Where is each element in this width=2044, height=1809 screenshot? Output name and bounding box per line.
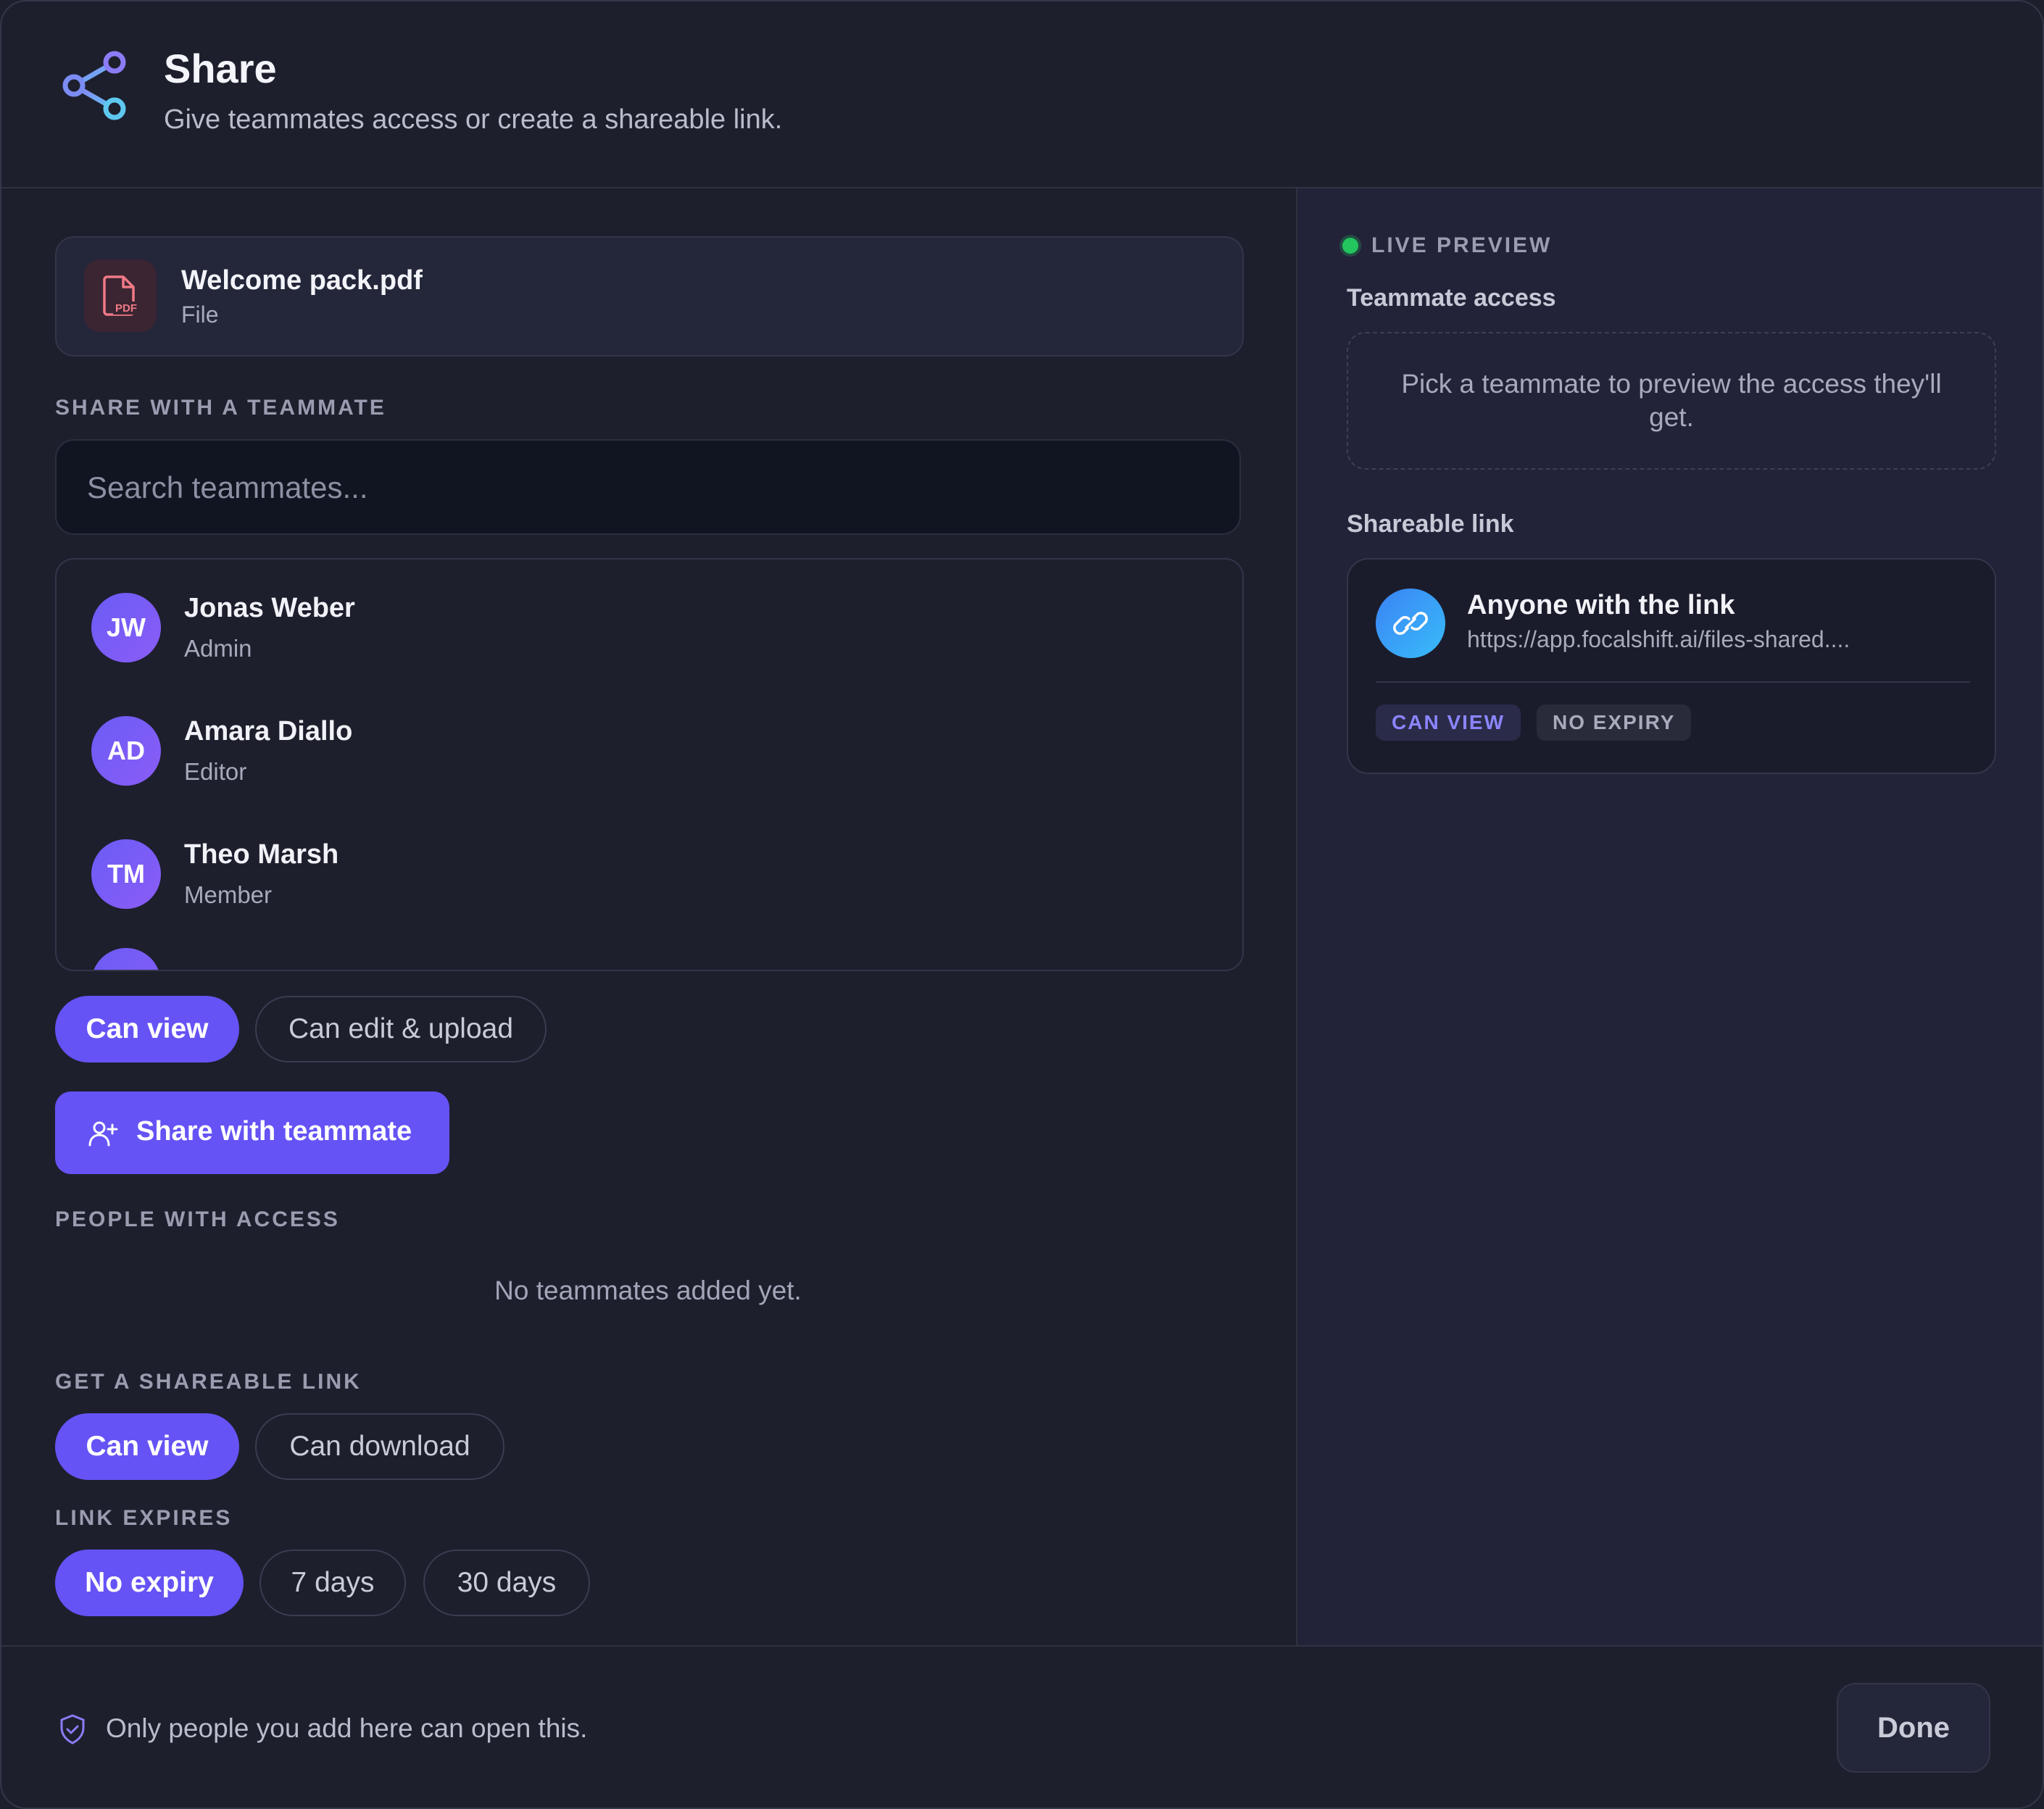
live-preview-panel: LIVE PREVIEW Teammate access Pick a team… xyxy=(1296,188,2043,1645)
avatar: TM xyxy=(91,839,161,909)
add-user-icon xyxy=(88,1121,118,1147)
share-with-teammate-button[interactable]: Share with teammate xyxy=(55,1091,449,1174)
list-item-partial[interactable] xyxy=(91,948,1208,970)
dialog-subtitle: Give teammates access or create a sharea… xyxy=(164,104,783,135)
person-role: Admin xyxy=(184,635,252,662)
dialog-title: Share xyxy=(164,46,277,91)
person-name: Jonas Weber xyxy=(184,593,355,623)
person-name: Theo Marsh xyxy=(184,839,339,870)
link-permission-can-download[interactable]: Can download xyxy=(255,1413,504,1480)
link-permission-can-view[interactable]: Can view xyxy=(55,1413,239,1480)
shareable-link-card: Anyone with the link https://app.focalsh… xyxy=(1347,558,1996,774)
teammate-permission-can-view[interactable]: Can view xyxy=(55,996,239,1062)
link-card-title: Anyone with the link xyxy=(1467,590,1735,620)
shareable-link-title: Shareable link xyxy=(1347,510,1514,538)
access-section-label: PEOPLE WITH ACCESS xyxy=(55,1207,340,1231)
link-icon xyxy=(1376,589,1445,658)
link-expires-label: LINK EXPIRES xyxy=(55,1506,233,1530)
access-empty-state: No teammates added yet. xyxy=(494,1276,802,1305)
file-card: PDF Welcome pack.pdf File xyxy=(55,236,1244,357)
share-button-label: Share with teammate xyxy=(136,1116,412,1147)
teammate-permission-can-edit[interactable]: Can edit & upload xyxy=(255,996,547,1062)
teammate-access-title: Teammate access xyxy=(1347,284,1556,312)
share-form: PDF Welcome pack.pdf File SHARE WITH A T… xyxy=(1,188,1295,1645)
dialog-footer: Only people you add here can open this. … xyxy=(1,1645,2043,1808)
expiry-7-days[interactable]: 7 days xyxy=(259,1550,406,1616)
live-preview-label: LIVE PREVIEW xyxy=(1371,233,1553,257)
file-type: File xyxy=(181,302,219,328)
avatar: AD xyxy=(91,716,161,786)
link-section-label: GET A SHAREABLE LINK xyxy=(55,1370,362,1394)
person-name: Amara Diallo xyxy=(184,716,353,747)
teammate-search xyxy=(55,439,1241,535)
live-indicator-icon xyxy=(1342,238,1358,254)
teammate-section-label: SHARE WITH A TEAMMATE xyxy=(55,396,386,420)
list-item[interactable]: JW Jonas Weber Admin xyxy=(91,578,1208,687)
link-url[interactable]: https://app.focalshift.ai/files-shared..… xyxy=(1467,626,1974,653)
list-item[interactable]: TM Theo Marsh Member xyxy=(91,825,1208,933)
avatar: JW xyxy=(91,593,161,662)
badge-can-view: CAN VIEW xyxy=(1376,704,1521,741)
teammate-access-placeholder: Pick a teammate to preview the access th… xyxy=(1347,332,1996,470)
share-dialog: Share Give teammates access or create a … xyxy=(0,0,2044,1809)
svg-text:PDF: PDF xyxy=(115,302,137,315)
list-item[interactable]: AD Amara Diallo Editor xyxy=(91,702,1208,810)
shield-icon xyxy=(60,1714,85,1744)
avatar xyxy=(91,948,161,970)
dialog-header: Share Give teammates access or create a … xyxy=(1,1,2043,188)
privacy-note: Only people you add here can open this. xyxy=(106,1713,588,1743)
done-button[interactable]: Done xyxy=(1837,1683,1990,1773)
expiry-30-days[interactable]: 30 days xyxy=(423,1550,590,1616)
share-icon xyxy=(62,51,126,120)
search-input[interactable] xyxy=(86,441,1219,535)
divider xyxy=(1376,681,1970,683)
file-name: Welcome pack.pdf xyxy=(181,265,423,296)
teammate-list[interactable]: JW Jonas Weber Admin AD Amara Diallo Edi… xyxy=(55,558,1244,971)
badge-no-expiry: NO EXPIRY xyxy=(1537,704,1692,741)
person-role: Editor xyxy=(184,758,247,785)
pdf-file-icon: PDF xyxy=(84,259,157,332)
expiry-no-expiry[interactable]: No expiry xyxy=(55,1550,244,1616)
person-role: Member xyxy=(184,881,273,908)
